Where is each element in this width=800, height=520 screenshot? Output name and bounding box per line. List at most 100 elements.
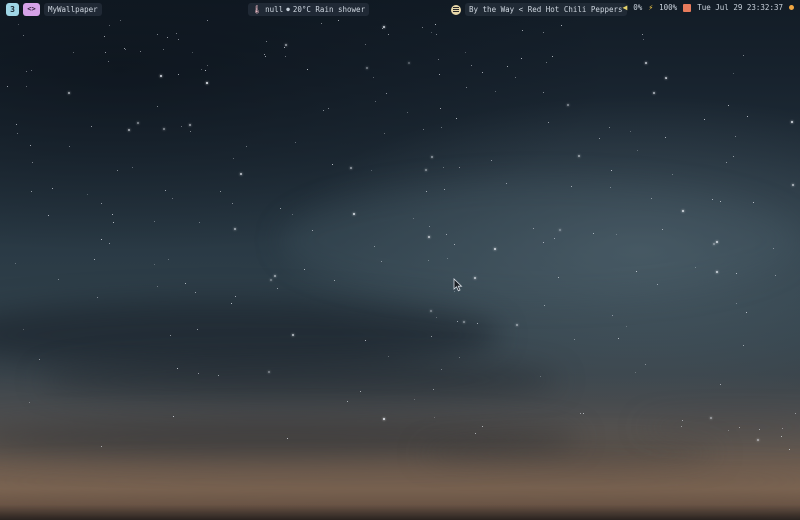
star: [736, 303, 737, 304]
star: [743, 345, 744, 346]
star: [710, 417, 712, 419]
star: [507, 66, 508, 67]
star: [347, 401, 348, 402]
star: [612, 315, 613, 316]
star: [459, 357, 460, 358]
clock[interactable]: Tue Jul 29 23:32:37: [697, 3, 783, 12]
star: [207, 20, 208, 21]
star: [69, 146, 70, 147]
star: [154, 221, 155, 222]
star: [277, 288, 278, 289]
star: [192, 52, 193, 53]
star: [31, 70, 32, 71]
star: [117, 170, 118, 171]
star: [68, 92, 70, 94]
star: [16, 124, 17, 125]
star: [266, 41, 267, 42]
star: [635, 372, 636, 373]
star: [307, 69, 308, 70]
star: [574, 339, 575, 340]
star: [599, 138, 600, 139]
workspace-indicator[interactable]: 3: [6, 2, 19, 16]
star: [338, 20, 339, 21]
star: [775, 275, 776, 276]
star: [206, 82, 208, 84]
star: [181, 126, 182, 127]
star: [173, 416, 174, 417]
star: [795, 413, 796, 414]
star: [234, 228, 236, 230]
star: [465, 52, 466, 53]
star: [515, 77, 516, 78]
star: [350, 167, 352, 169]
star: [205, 70, 206, 71]
star: [459, 167, 460, 168]
star: [201, 69, 202, 70]
power-dot-icon[interactable]: [789, 5, 794, 10]
star: [637, 150, 638, 151]
battery-level: 100%: [659, 3, 678, 12]
star: [438, 59, 439, 60]
star: [720, 384, 721, 385]
star: [17, 133, 18, 134]
media-widget[interactable]: By the Way < Red Hot Chili Peppers: [451, 3, 627, 16]
star: [109, 243, 110, 244]
star: [7, 86, 8, 87]
star: [113, 222, 114, 223]
star: [746, 312, 747, 313]
star: [112, 214, 113, 215]
star: [132, 167, 133, 168]
star: [365, 44, 366, 45]
volume-level[interactable]: 0%: [633, 3, 642, 12]
calendar-icon: [683, 3, 692, 12]
star: [23, 35, 24, 36]
mouse-cursor-icon: [453, 278, 463, 292]
star: [105, 52, 106, 53]
star: [618, 338, 619, 339]
star: [611, 170, 612, 171]
star: [753, 202, 754, 203]
star: [436, 34, 437, 35]
weather-widget[interactable]: 🌡 null ● 20°C Rain shower: [248, 3, 370, 16]
star: [543, 92, 544, 93]
star: [48, 215, 49, 216]
star: [665, 137, 666, 138]
star: [285, 56, 286, 57]
star: [120, 20, 121, 21]
star: [26, 71, 27, 72]
cloud-band: [0, 470, 800, 492]
workspace-section: 3 <> MyWallpaper: [6, 2, 102, 16]
temperature-value: null: [265, 5, 284, 14]
star: [645, 62, 647, 64]
star: [781, 436, 782, 437]
star: [792, 184, 794, 186]
star: [383, 26, 385, 28]
star: [195, 292, 196, 293]
spotify-icon: [451, 4, 461, 15]
speaker-icon[interactable]: ◀: [622, 3, 627, 12]
now-playing-text: By the Way < Red Hot Chili Peppers: [465, 3, 627, 16]
star: [757, 439, 759, 441]
star: [52, 188, 53, 189]
star: [332, 164, 333, 165]
cloud-band: [40, 360, 560, 400]
star: [546, 62, 547, 63]
cloud-band: [280, 180, 800, 300]
star: [471, 65, 472, 66]
star: [91, 126, 92, 127]
star: [666, 78, 667, 79]
code-brackets-icon: <>: [23, 2, 40, 16]
star: [163, 49, 164, 50]
star: [609, 127, 610, 128]
star: [491, 160, 492, 161]
status-bar: 3 <> MyWallpaper 🌡 null ● 20°C Rain show…: [0, 0, 800, 18]
star: [733, 73, 734, 74]
star: [728, 105, 729, 106]
star: [160, 75, 162, 77]
star: [791, 121, 793, 123]
star: [30, 145, 31, 146]
star: [434, 417, 435, 418]
star: [189, 124, 191, 126]
star: [176, 33, 177, 34]
star: [439, 74, 440, 75]
